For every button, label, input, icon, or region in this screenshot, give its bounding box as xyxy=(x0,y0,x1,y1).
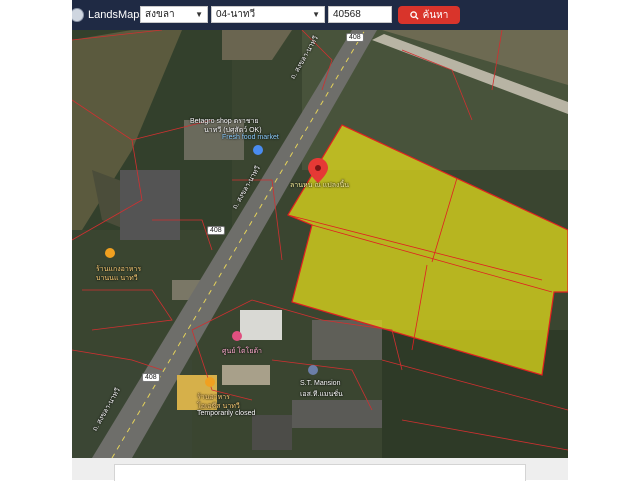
search-button[interactable]: ค้นหา xyxy=(398,6,460,24)
province-select[interactable]: สงขลา ▼ xyxy=(140,6,208,23)
poi-label[interactable]: Fresh food market xyxy=(222,134,279,141)
search-icon xyxy=(409,10,419,20)
top-toolbar: LandsMaps สงขลา ▼ 04-นาทวี ▼ 40568 ค้นหา xyxy=(72,0,568,30)
poi-label[interactable]: เอส.ที.แมนชั่น xyxy=(300,389,343,400)
district-select[interactable]: 04-นาทวี ▼ xyxy=(211,6,325,23)
road-shield: 408 xyxy=(207,226,225,235)
map-frame: LandsMaps สงขลา ▼ 04-นาทวี ▼ 40568 ค้นหา xyxy=(72,0,568,458)
chevron-down-icon: ▼ xyxy=(195,10,203,19)
market-pin-icon xyxy=(253,145,263,155)
restaurant-pin-icon xyxy=(205,377,215,387)
poi-label[interactable]: ศูนย์ โตโยต้า xyxy=(222,346,262,357)
app-logo[interactable]: LandsMaps xyxy=(72,8,145,22)
road-shield: 408 xyxy=(346,33,364,42)
poi-label[interactable]: ลานหน ณ แปลงนี้น xyxy=(290,180,349,191)
search-label: ค้นหา xyxy=(422,9,449,21)
parcel-number-input[interactable]: 40568 xyxy=(328,6,392,23)
poi-label[interactable]: S.T. Mansion xyxy=(300,380,340,387)
poi-label[interactable]: Temporarily closed xyxy=(197,410,255,417)
food-pin-icon xyxy=(105,248,115,258)
center-pin-icon xyxy=(232,331,242,341)
chevron-down-icon: ▼ xyxy=(312,10,320,19)
province-value: สงขลา xyxy=(145,9,175,20)
app-title: LandsMaps xyxy=(88,9,145,21)
satellite-map[interactable]: 408 408 408 ถ. สงขลา-นาทวี ถ. สงขลา-นาทว… xyxy=(72,29,568,458)
parcel-number-value: 40568 xyxy=(333,9,361,20)
info-card xyxy=(114,464,526,481)
globe-icon xyxy=(72,8,84,22)
road-shield: 408 xyxy=(142,373,160,382)
mansion-pin-icon xyxy=(308,365,318,375)
district-value: 04-นาทวี xyxy=(216,9,256,20)
poi-label[interactable]: บานนแ นาทวี xyxy=(96,273,138,284)
